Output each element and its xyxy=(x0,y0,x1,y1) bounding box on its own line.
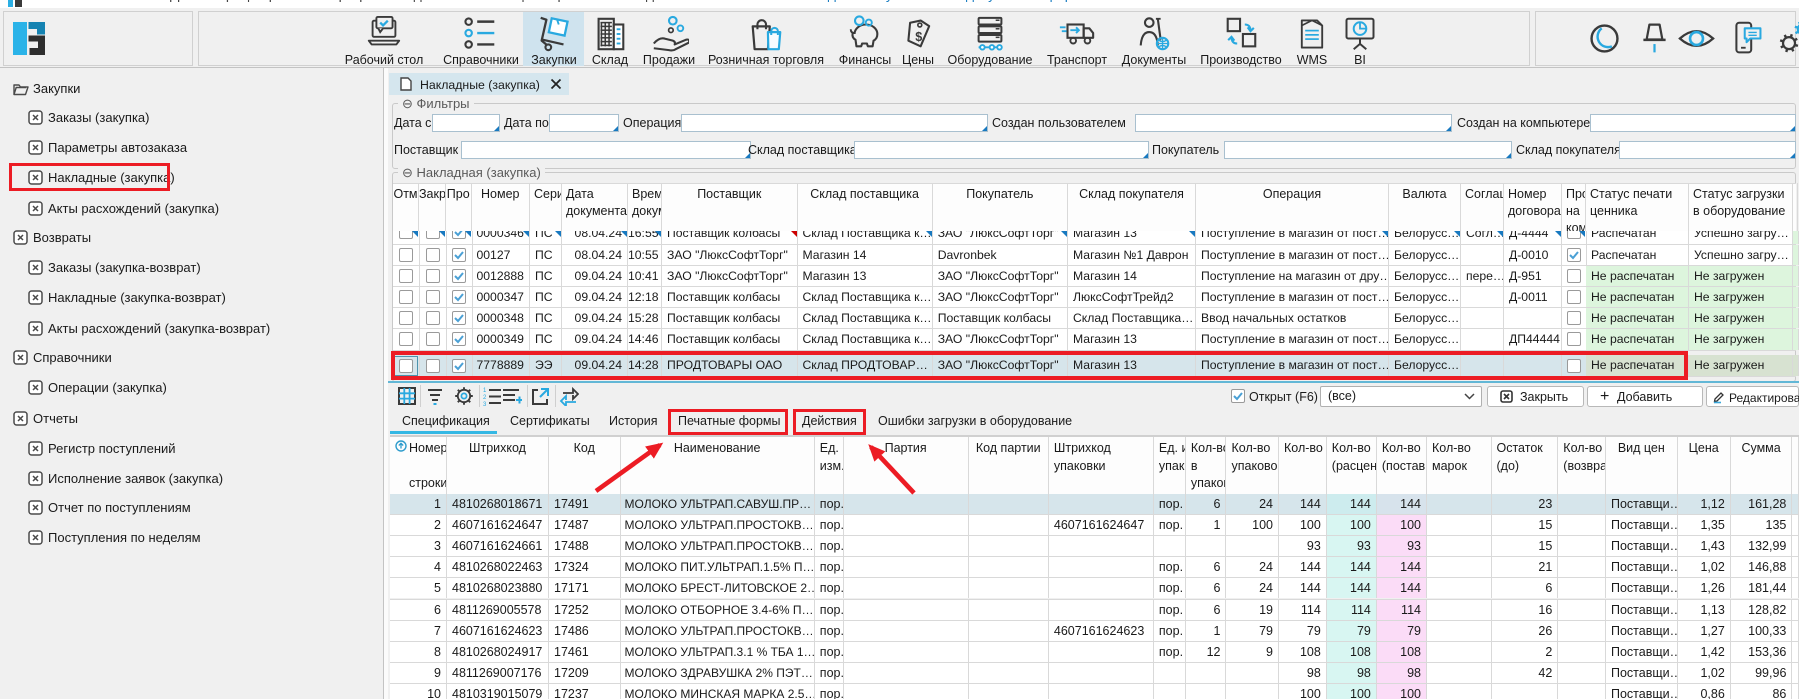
svg-text:$: $ xyxy=(915,30,922,44)
svg-text:3: 3 xyxy=(483,402,487,406)
svg-text:1: 1 xyxy=(483,388,487,394)
svg-text:2: 2 xyxy=(483,395,487,401)
